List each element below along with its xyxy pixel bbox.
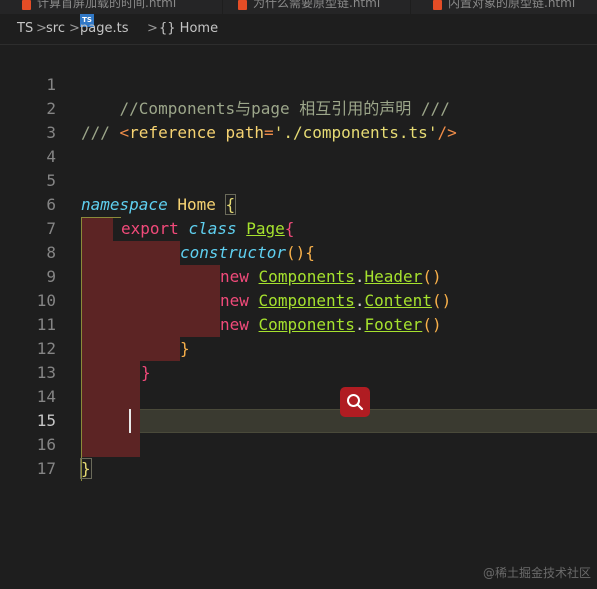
- keyword: export: [121, 219, 179, 238]
- code-line: /// <reference path='./components.ts'/>: [81, 121, 457, 145]
- dot: .: [354, 291, 365, 310]
- equals: =: [264, 123, 274, 142]
- line-number: 4: [46, 147, 56, 166]
- class-name: Footer: [364, 315, 423, 334]
- brace: }: [80, 458, 92, 479]
- breadcrumb-root[interactable]: TS: [17, 14, 33, 44]
- dot: .: [354, 315, 365, 334]
- line-number-active: 15: [36, 411, 56, 430]
- line-number: 11: [36, 315, 56, 334]
- indent-highlight: [81, 337, 180, 361]
- class-name: Components: [258, 315, 355, 334]
- code-line: new Components.Header(): [220, 265, 442, 289]
- parens: (): [431, 291, 452, 310]
- class-name: Components: [258, 291, 355, 310]
- code-line: new Components.Content(): [220, 289, 451, 313]
- comment: ///: [81, 123, 120, 142]
- tab-why-prototype-chain[interactable]: 为什么需要原型链.html: [238, 0, 411, 14]
- code-editor[interactable]: 1 2 3 4 5 6 7 8 9 10 11 12 13 14 15 16 1…: [0, 60, 597, 540]
- line-number: 10: [36, 291, 56, 310]
- keyword: namespace: [81, 195, 168, 214]
- tab-first-load-time[interactable]: 计算首屏加载的时间.html: [22, 0, 223, 14]
- brace: {: [305, 243, 315, 262]
- indent-highlight: [81, 217, 113, 241]
- search-button[interactable]: [340, 387, 370, 417]
- brace: }: [180, 339, 190, 358]
- class-name: Content: [364, 291, 432, 310]
- bracket-guide: [81, 217, 121, 218]
- tab-bar: 计算首屏加载的时间.html 为什么需要原型链.html 内置对象的原型链.ht…: [0, 0, 597, 14]
- brace: {: [224, 194, 237, 215]
- bracket-guide: [81, 217, 82, 481]
- text-cursor: [129, 409, 131, 433]
- line-number: 12: [36, 339, 56, 358]
- code-line: new Components.Footer(): [220, 313, 442, 337]
- breadcrumb: TS > src > TS page.ts > {} Home: [0, 14, 597, 44]
- tag-name: reference: [129, 123, 216, 142]
- brace: }: [141, 363, 151, 382]
- keyword: constructor: [180, 243, 286, 262]
- string-literal: './components.ts': [273, 123, 438, 142]
- line-number: 9: [46, 267, 56, 286]
- watermark: @稀土掘金技术社区: [482, 566, 591, 580]
- line-number: 7: [46, 219, 56, 238]
- line-number: 13: [36, 363, 56, 382]
- indent-highlight: [81, 265, 220, 337]
- code-line: constructor(){: [180, 241, 315, 265]
- brace: {: [284, 219, 295, 238]
- class-name: Components: [258, 267, 355, 286]
- attr-name: path: [215, 123, 265, 142]
- class-name: Header: [364, 267, 423, 286]
- line-number: 3: [46, 123, 56, 142]
- html5-icon: [22, 0, 31, 10]
- line-number: 2: [46, 99, 56, 118]
- dot: .: [354, 267, 365, 286]
- parens: (): [422, 267, 442, 286]
- breadcrumb-file-label: page.ts: [80, 21, 129, 36]
- chevron-right-icon: >: [147, 21, 158, 36]
- line-number: 6: [46, 195, 56, 214]
- line-number: 8: [46, 243, 56, 262]
- code-line: }: [80, 457, 92, 481]
- breadcrumb-folder[interactable]: src: [46, 14, 65, 44]
- html5-icon: [433, 0, 442, 10]
- parens: (): [285, 243, 306, 262]
- tab-builtin-prototype-chain[interactable]: 内置对象的原型链.html: [433, 0, 597, 14]
- tab-label: 为什么需要原型链.html: [253, 0, 381, 10]
- tag-bracket: <: [119, 123, 130, 142]
- comment: //Components与page 相互引用的声明 ///: [119, 99, 450, 118]
- line-number: 5: [46, 171, 56, 190]
- line-number: 1: [46, 75, 56, 94]
- line-number: 14: [36, 387, 56, 406]
- code-line: namespace Home {: [81, 193, 237, 217]
- line-number: 17: [36, 459, 56, 478]
- keyword: new: [220, 291, 249, 310]
- parens: (): [422, 315, 442, 334]
- tag-bracket: />: [437, 123, 457, 142]
- tab-label: 内置对象的原型链.html: [448, 0, 576, 10]
- namespace-name: Home: [177, 195, 216, 214]
- code-line: }: [180, 337, 190, 361]
- class-name: Page: [246, 219, 285, 238]
- line-number: 16: [36, 435, 56, 454]
- current-line-highlight: [81, 409, 597, 433]
- keyword: new: [220, 315, 249, 334]
- code-line: export class Page{: [121, 217, 294, 241]
- code-line: }: [141, 361, 151, 385]
- keyword: new: [220, 267, 249, 286]
- breadcrumb-symbol[interactable]: {} Home: [159, 14, 218, 44]
- indent-highlight: [81, 361, 140, 457]
- tab-label: 计算首屏加载的时间.html: [37, 0, 177, 10]
- divider: [0, 44, 597, 45]
- chevron-right-icon: >: [69, 21, 80, 36]
- indent-highlight: [81, 241, 180, 265]
- html5-icon: [238, 0, 247, 10]
- keyword: class: [188, 219, 237, 238]
- search-icon: [347, 394, 364, 411]
